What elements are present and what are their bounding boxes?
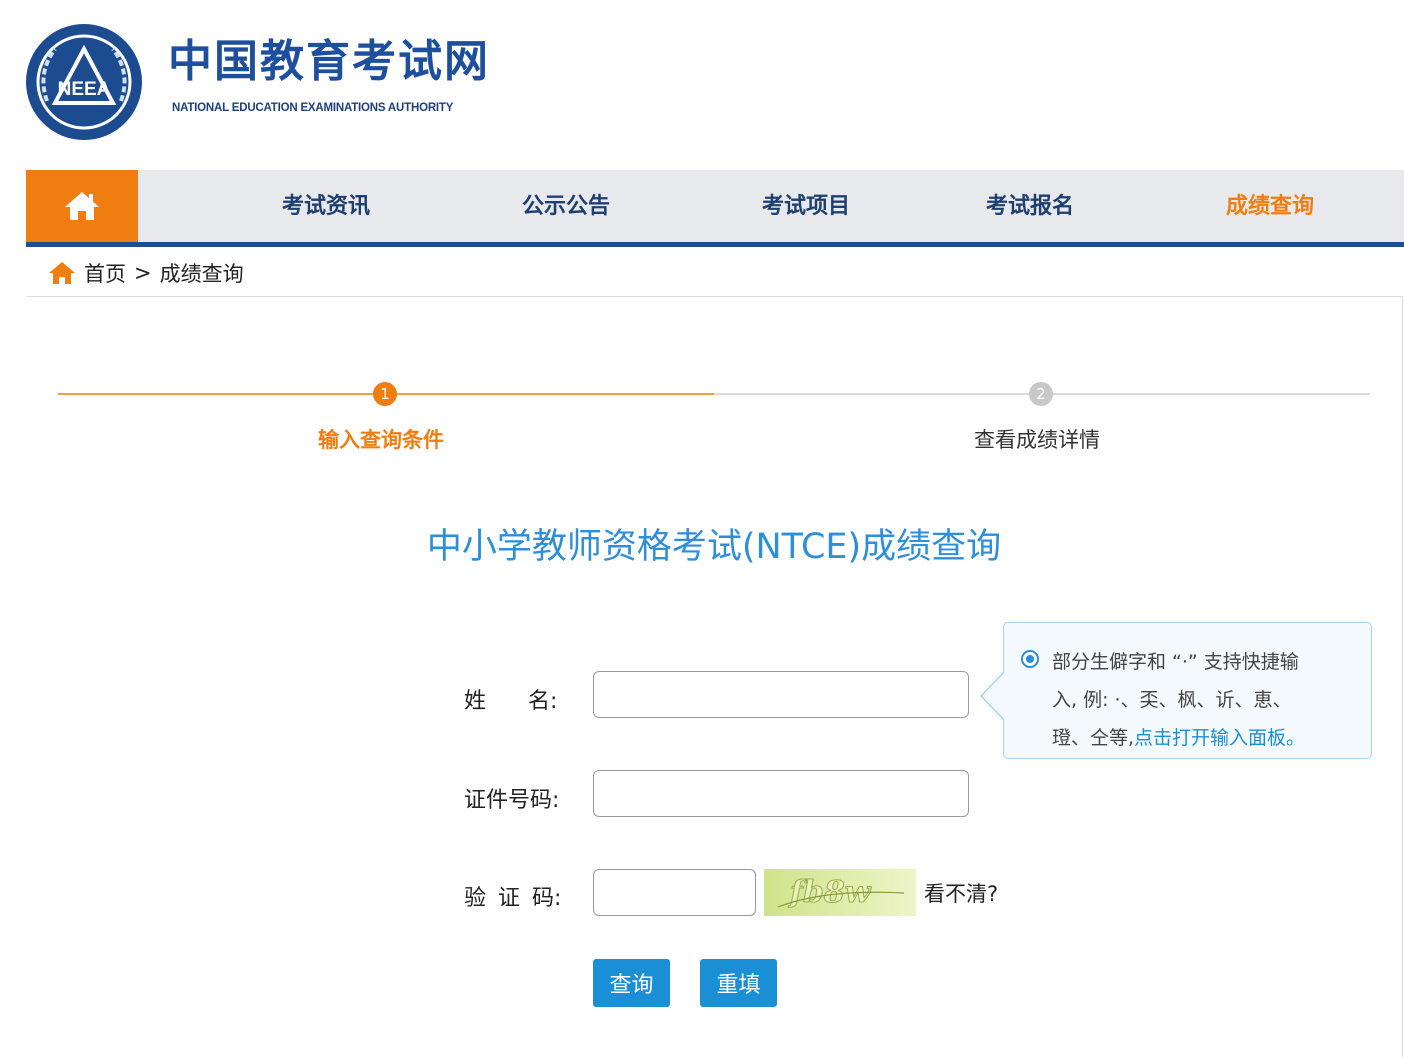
step-2-label: 查看成绩详情 — [974, 428, 1100, 452]
breadcrumb-home-link[interactable]: 首页 — [84, 258, 126, 288]
info-radio-icon — [1021, 650, 1039, 668]
captcha-refresh-link[interactable]: 看不清? — [924, 878, 998, 908]
nav-item-score-query[interactable]: 成绩查询 — [1226, 170, 1314, 242]
breadcrumb-current: 成绩查询 — [159, 262, 244, 286]
reset-button[interactable]: 重填 — [700, 959, 777, 1007]
name-field-label: 姓名: — [464, 689, 558, 714]
nav-item-announcements[interactable]: 公示公告 — [522, 170, 610, 242]
id-number-field-label: 证件号码: — [464, 788, 560, 813]
tooltip-line-3: 璒、仝等,点击打开输入面板。 — [1052, 727, 1306, 749]
svg-text:NEEA: NEEA — [58, 79, 111, 100]
main-nav: 考试资讯 公示公告 考试项目 考试报名 成绩查询 — [26, 170, 1404, 247]
captcha-image[interactable]: fb8w — [764, 869, 916, 916]
open-input-panel-link[interactable]: 点击打开输入面板。 — [1134, 727, 1305, 749]
site-subtitle: NATIONAL EDUCATION EXAMINATIONS AUTHORIT… — [172, 102, 454, 114]
tooltip-line-1: 部分生僻字和 “·” 支持快捷输 — [1052, 651, 1299, 673]
captcha-input[interactable] — [593, 869, 756, 916]
neea-logo: NEEA — [26, 24, 142, 140]
tooltip-arrow-fill — [982, 673, 1004, 719]
nav-item-exam-projects[interactable]: 考试项目 — [762, 170, 850, 242]
nav-home-button[interactable] — [26, 170, 138, 242]
step-1-indicator: 1 — [373, 382, 397, 406]
submit-query-button[interactable]: 查询 — [593, 959, 670, 1007]
nav-item-exam-news[interactable]: 考试资讯 — [282, 170, 370, 242]
id-number-input[interactable] — [593, 770, 969, 817]
home-icon — [65, 192, 99, 220]
site-title: 中国教育考试网 — [168, 36, 490, 87]
page-title: 中小学教师资格考试(NTCE)成绩查询 — [426, 527, 1002, 567]
captcha-field-label: 验证码: — [464, 886, 562, 911]
breadcrumb-separator: > — [134, 261, 152, 285]
home-icon — [49, 262, 75, 284]
name-input[interactable] — [593, 671, 969, 718]
tooltip-line-2: 入, 例: ·、奀、枫、䜣、恵、 — [1052, 689, 1292, 711]
breadcrumb: 首页 > 成绩查询 — [48, 258, 244, 288]
step-2-indicator: 2 — [1029, 382, 1053, 406]
nav-item-registration[interactable]: 考试报名 — [986, 170, 1074, 242]
rare-character-tooltip: 部分生僻字和 “·” 支持快捷输 入, 例: ·、奀、枫、䜣、恵、 璒、仝等,点… — [1003, 622, 1372, 759]
step-1-label: 输入查询条件 — [318, 428, 444, 452]
